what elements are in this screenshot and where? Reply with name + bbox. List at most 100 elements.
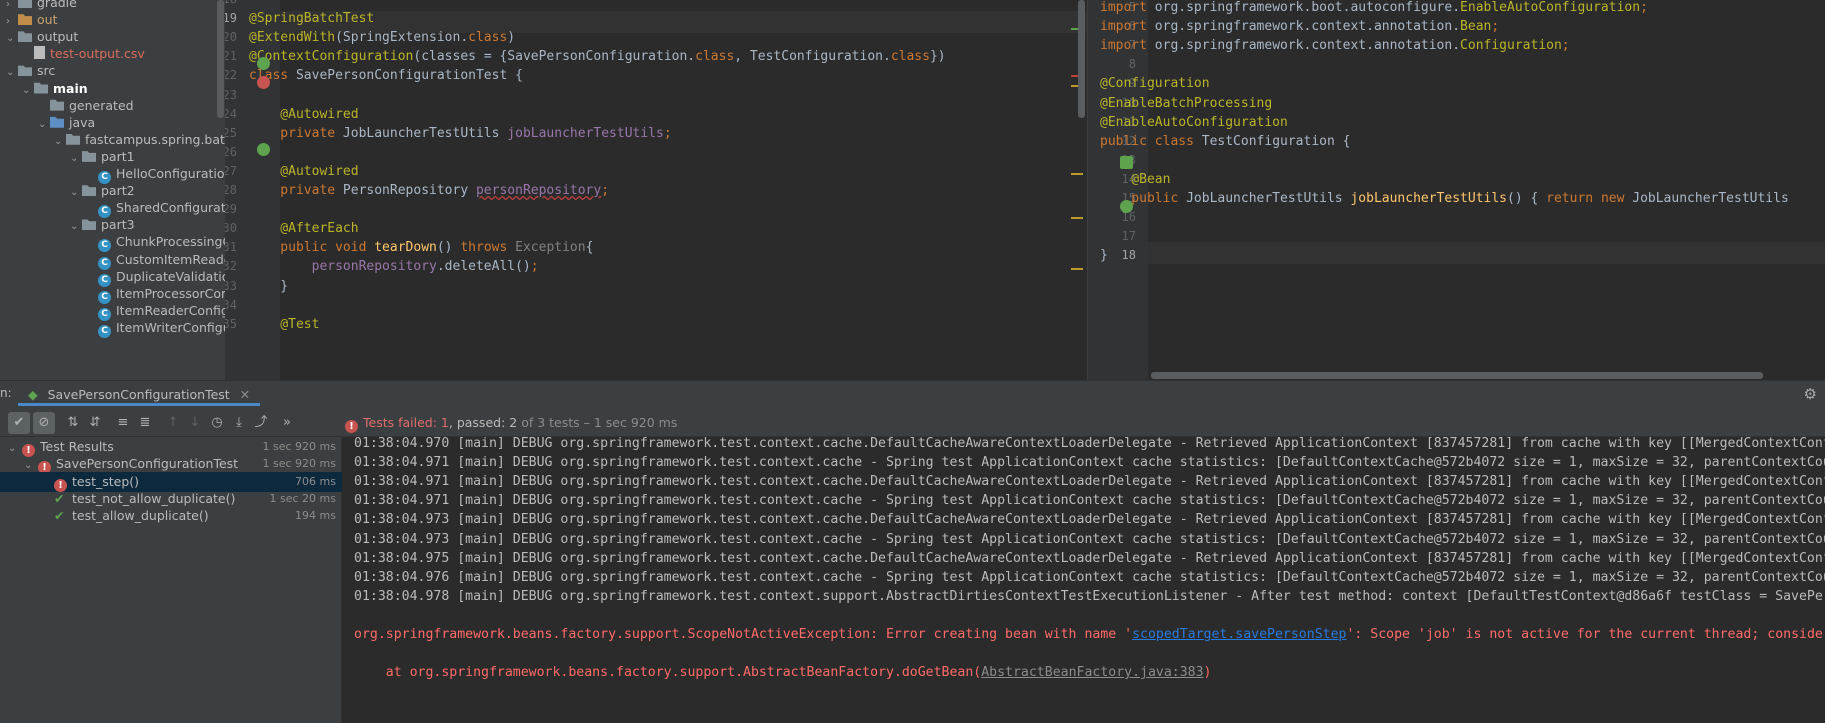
line-number: 31 (225, 240, 237, 255)
chevron-down-icon[interactable]: ⌄ (70, 217, 82, 237)
folder-icon (18, 0, 32, 8)
code-token: ; (1491, 19, 1500, 35)
code-line[interactable]: } (1100, 245, 1108, 267)
code-line[interactable]: import org.springframework.context.annot… (1100, 35, 1570, 57)
line-number: 34 (225, 297, 237, 312)
chevron-down-icon[interactable]: ⌄ (22, 81, 34, 101)
code-token: tearDown (374, 240, 437, 256)
tree-item-label: ChunkProcessingConfiguration (116, 234, 225, 250)
code-token: @Configuration (1100, 76, 1210, 92)
error-text: org.springframework.beans.factory.suppor… (354, 627, 1133, 642)
line-number: 33 (225, 278, 237, 293)
code-line[interactable]: private JobLauncherTestUtils jobLauncher… (249, 123, 671, 145)
code-token: import (1100, 38, 1155, 54)
console-output[interactable]: 01:38:04.970 [main] DEBUG org.springfram… (342, 437, 1825, 723)
test-name: test_not_allow_duplicate() (72, 490, 236, 506)
expand-all-icon[interactable]: ≡ (112, 412, 134, 434)
tree-item[interactable]: C ItemWriterConfiguration (86, 318, 225, 338)
chevron-down-icon[interactable]: ⌄ (54, 132, 66, 152)
source-link[interactable]: AbstractBeanFactory.java:383 (981, 665, 1203, 680)
editor-savepersonconfigurationtest[interactable]: 18 19 20 21 22 23 24 25 26 27 28 29 30 31 32 33 34 35 @Sp… (225, 0, 1087, 380)
code-line[interactable]: } (249, 276, 288, 298)
code-line[interactable]: public JobLauncherTestUtils jobLauncherT… (1100, 188, 1789, 210)
code-token: personRepository (249, 259, 437, 275)
chevron-down-icon[interactable]: ⌄ (38, 115, 50, 135)
code-line[interactable]: class SavePersonConfigurationTest { (249, 65, 523, 87)
run-test-class-icon[interactable] (257, 57, 270, 70)
export-tests-icon[interactable]: ⤴ (250, 412, 272, 434)
run-label: n: (0, 386, 12, 400)
line-number: 17 (1121, 229, 1136, 244)
code-token: @EnableAutoConfiguration (1100, 114, 1288, 130)
show-ignored-icon[interactable]: ⊘ (33, 412, 55, 434)
run-test-failed-icon[interactable] (257, 76, 270, 89)
code-token: ; (1640, 0, 1648, 15)
code-token: PersonRepository (342, 183, 476, 198)
line-number: 18 (225, 0, 237, 6)
class-icon: C (98, 324, 111, 338)
tree-item-label: main (53, 80, 88, 96)
line-number: 23 (225, 87, 237, 102)
tree-item-label: src (37, 63, 56, 79)
status-summary: of 3 tests – 1 sec 920 ms (517, 415, 678, 430)
stacktrace-text: ) (1203, 665, 1212, 681)
previous-failed-icon[interactable]: ↑ (162, 412, 184, 434)
package-icon (82, 151, 96, 162)
folder-icon (50, 116, 64, 128)
sort-duration-icon[interactable]: ⇵ (84, 412, 106, 434)
line-number: 21 (225, 49, 237, 64)
line-number: 20 (225, 30, 237, 45)
code-token: public void (249, 240, 375, 256)
code-token: class (890, 49, 930, 65)
code-token: ; (601, 183, 610, 198)
error-bean-link[interactable]: scopedTarget.savePersonStep (1132, 627, 1346, 642)
show-passed-icon[interactable]: ✔ (8, 412, 30, 434)
code-line[interactable]: public class TestConfiguration { (1100, 131, 1350, 153)
chevron-down-icon[interactable]: ⌄ (6, 63, 18, 83)
tab-run-config[interactable]: ◆ SavePersonConfigurationTest ✕ (18, 384, 261, 406)
spring-bean-icon[interactable] (1120, 200, 1133, 213)
horizontal-scrollbar[interactable] (1151, 372, 1763, 379)
editor-scrollbar[interactable] (1078, 0, 1085, 118)
test-row[interactable]: ✔ test_allow_duplicate() 194 ms (0, 506, 342, 526)
import-tests-icon[interactable]: ⤓ (228, 412, 250, 434)
code-token: .deleteAll() (436, 259, 531, 275)
configuration-bean-icon[interactable] (1120, 156, 1133, 169)
code-token: JobLauncherTestUtils (1632, 191, 1789, 206)
warning-stripe-marker[interactable] (1071, 217, 1083, 219)
run-toolbar: ✔ ⊘ ⇅ ⇵ ≡ ≣ ↑ ↓ ◷ ⤓ ⤴ » ! Tests failed: 1… (0, 408, 1825, 437)
next-failed-icon[interactable]: ↓ (184, 412, 206, 434)
close-icon[interactable]: ✕ (240, 387, 250, 402)
line-number: 35 (225, 316, 237, 331)
failed-status-icon: ! (345, 420, 358, 433)
warning-stripe-marker[interactable] (1071, 173, 1083, 175)
code-line[interactable]: @Test (249, 314, 319, 336)
line-number: 25 (225, 125, 237, 140)
test-status-text: ! Tests failed: 1, passed: 2 of 3 tests –… (345, 415, 677, 433)
collapse-all-icon[interactable]: ≣ (134, 412, 156, 434)
line-number: 18 (1121, 248, 1136, 263)
history-icon[interactable]: ◷ (206, 412, 228, 434)
code-token: () { (1507, 191, 1547, 206)
code-token: @EnableBatchProcessing (1100, 95, 1273, 111)
line-number: 30 (225, 221, 237, 236)
package-icon (82, 219, 96, 231)
code-token: @AfterEach (249, 221, 359, 237)
spring-bean-icon[interactable] (257, 143, 270, 156)
code-line[interactable]: private PersonRepository personRepositor… (249, 180, 609, 202)
gear-icon[interactable]: ⚙ (1804, 385, 1817, 403)
editor-testconfiguration[interactable]: 56789101112131415161718 import org.sprin… (1087, 0, 1825, 380)
chevron-down-icon[interactable]: ⌄ (6, 29, 18, 49)
line-number: 22 (225, 68, 237, 83)
code-token: public class (1100, 133, 1202, 149)
project-scrollbar[interactable] (217, 0, 224, 118)
more-chevron-icon[interactable]: » (276, 412, 298, 434)
tree-item-label: java (69, 114, 96, 130)
sort-alpha-icon[interactable]: ⇅ (62, 412, 84, 434)
warning-stripe-marker[interactable] (1071, 268, 1083, 270)
folder-icon (34, 82, 48, 94)
code-token: org.springframework.context.annotation. (1154, 19, 1461, 35)
chevron-down-icon[interactable]: ⌄ (70, 183, 82, 203)
chevron-down-icon[interactable]: ⌄ (70, 149, 82, 169)
code-line[interactable]: personRepository.deleteAll(); (249, 256, 539, 278)
